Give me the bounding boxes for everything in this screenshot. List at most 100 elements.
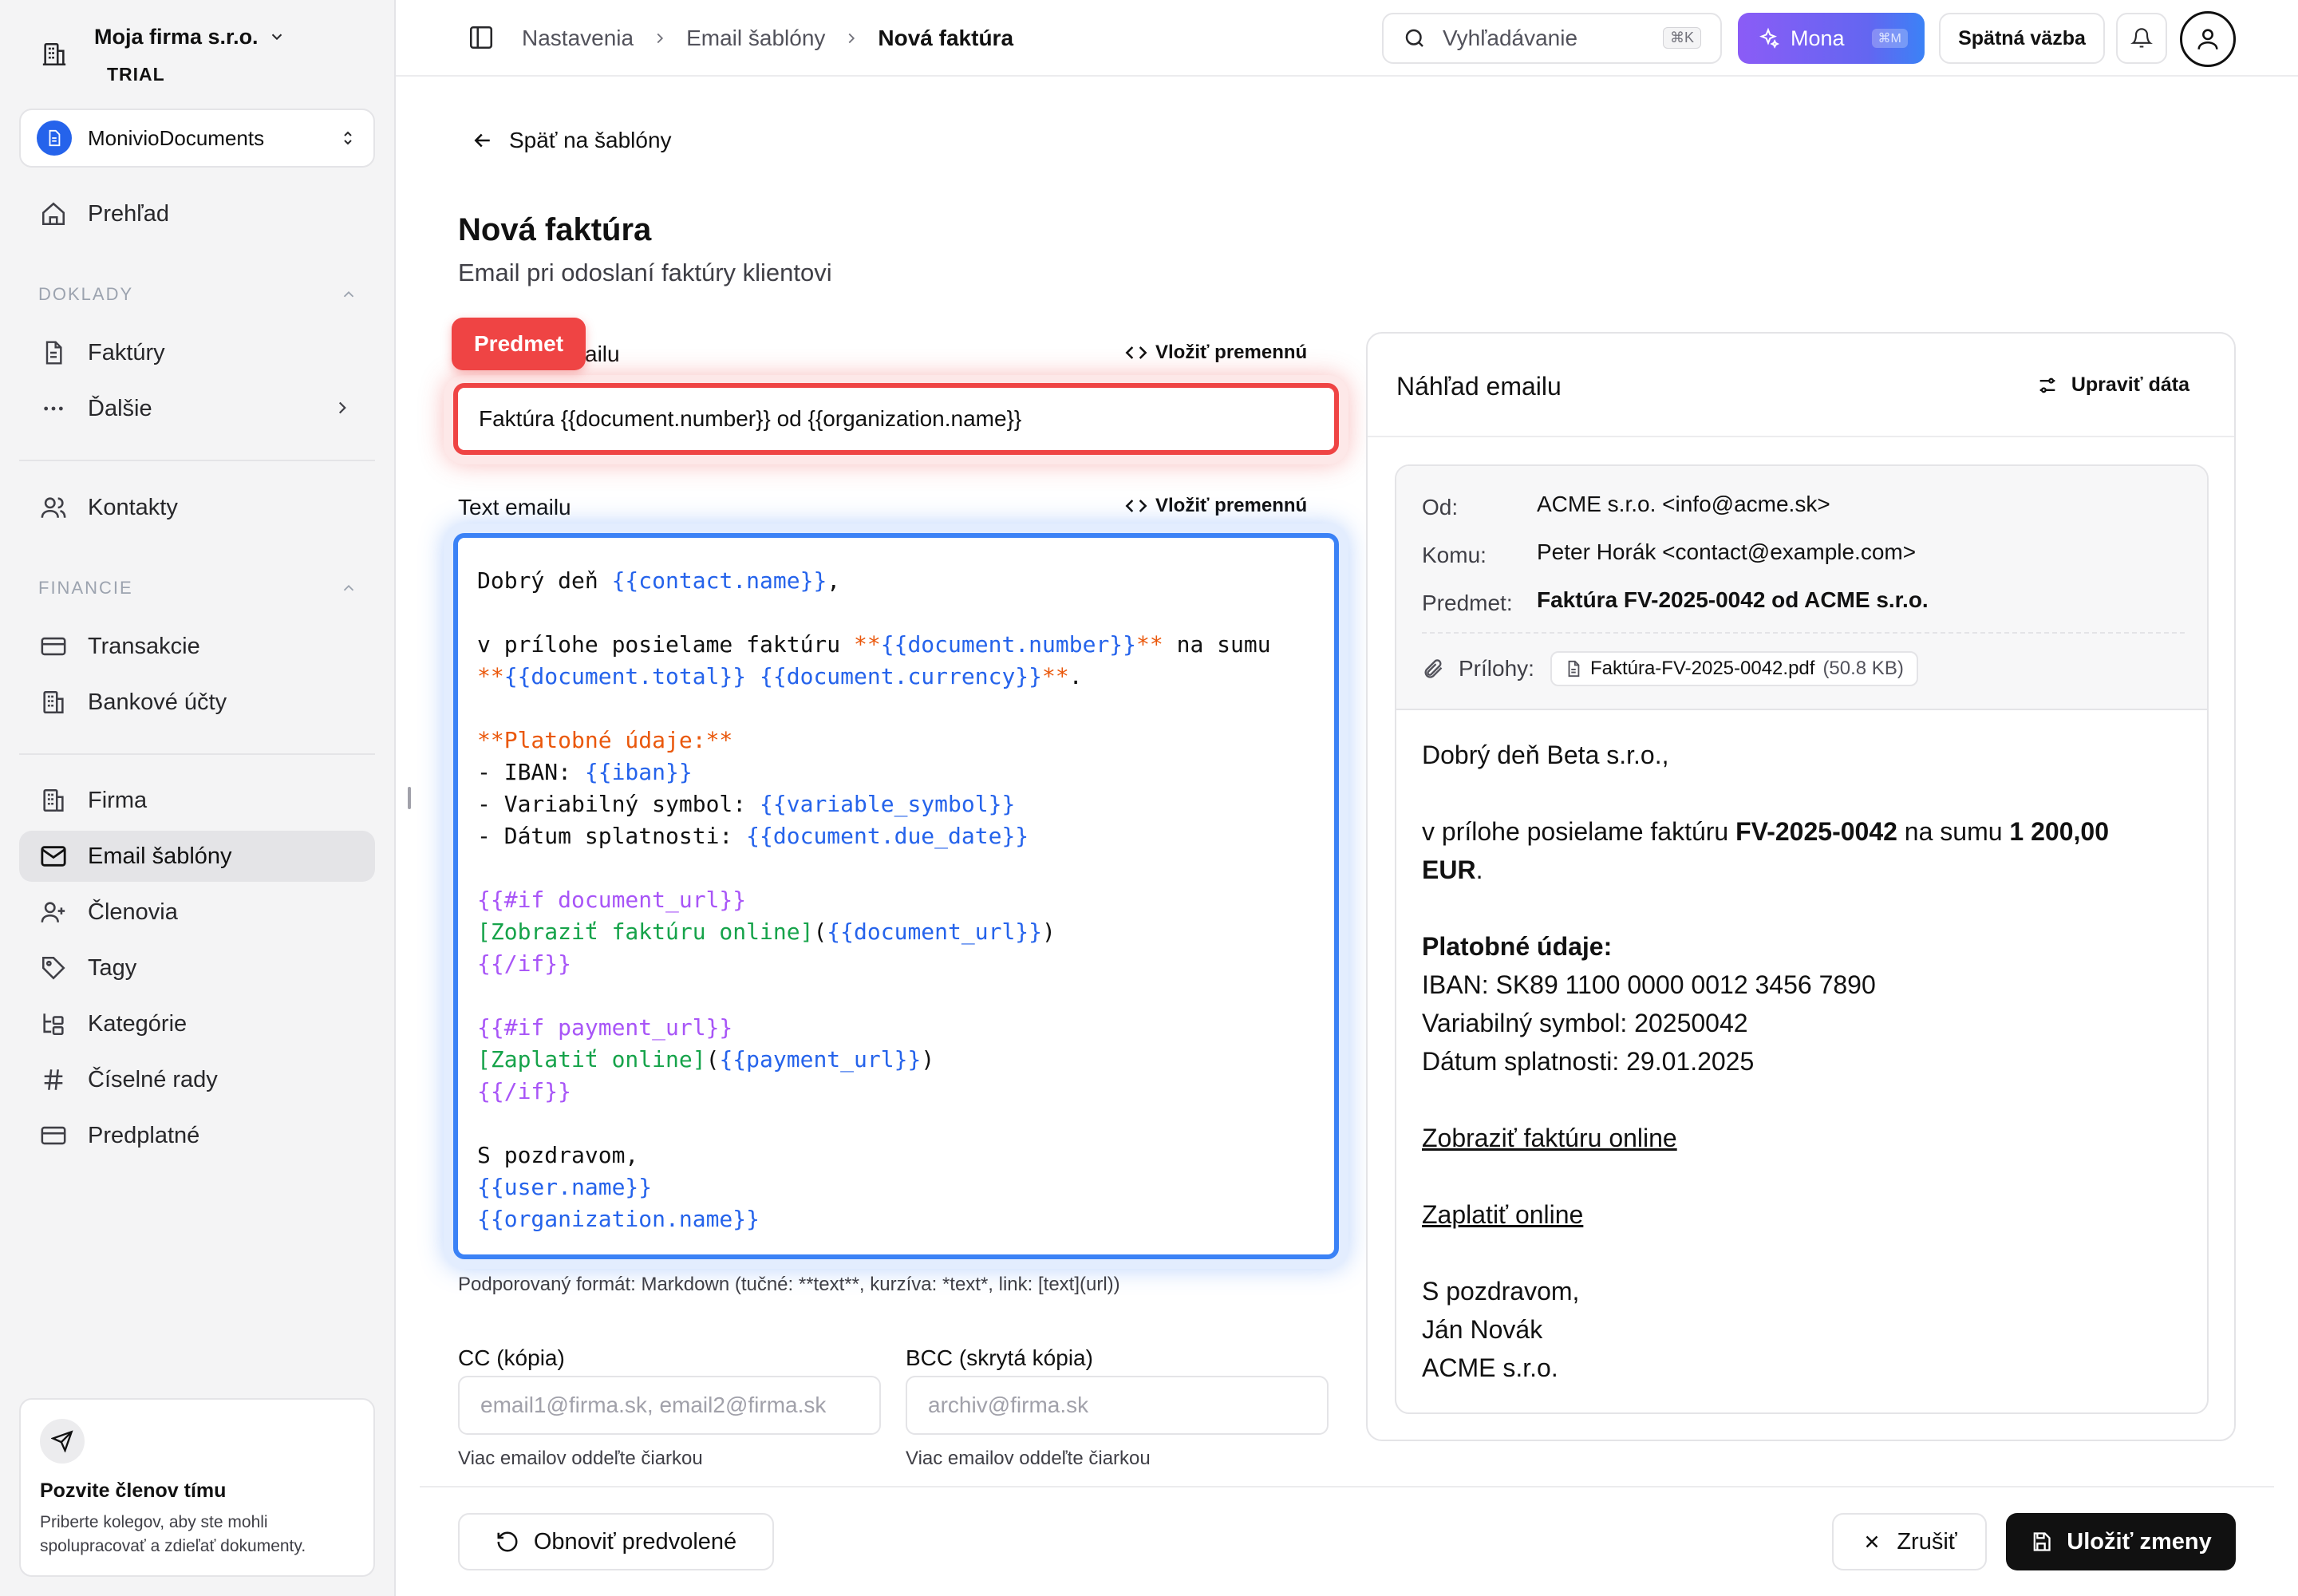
attachment-chip[interactable]: Faktúra-FV-2025-0042.pdf (50.8 KB)	[1550, 651, 1918, 686]
page-subtitle: Email pri odoslaní faktúry klientovi	[458, 259, 832, 286]
email-preview-card: Od: ACME s.r.o. <info@acme.sk> Komu: Pet…	[1395, 464, 2209, 1414]
sidebar-item-email-templates[interactable]: Email šablóny	[19, 831, 375, 882]
body-format-hint: Podporovaný formát: Markdown (tučné: **t…	[458, 1274, 1120, 1295]
invite-card[interactable]: Pozvite členov tímu Priberte kolegov, ab…	[19, 1398, 375, 1577]
insert-variable-label: Vložiť premennú	[1155, 342, 1308, 363]
iban-line: IBAN: SK89 1100 0000 0012 3456 7890	[1422, 970, 1876, 999]
sidebar-item-label: Faktúry	[88, 339, 165, 365]
hash-icon	[38, 1065, 69, 1095]
subject-insert-variable-button[interactable]: Vložiť premennú	[1125, 342, 1307, 364]
mona-assistant-button[interactable]: Mona ⌘M	[1738, 13, 1925, 64]
notifications-button[interactable]	[2116, 13, 2167, 64]
plan-badge: TRIAL	[107, 64, 165, 85]
intro-text: .	[1475, 855, 1483, 884]
users-icon	[38, 492, 69, 523]
subject-input[interactable]: Faktúra {{document.number}} od {{organiz…	[453, 383, 1339, 455]
chevron-up-down-icon	[344, 131, 352, 145]
sidebar-item-number-series[interactable]: Číselné rady	[19, 1054, 375, 1105]
sidebar-resize-handle[interactable]	[408, 787, 411, 809]
invoice-amount: 1 200,00	[2009, 817, 2109, 846]
bcc-input[interactable]: archiv@firma.sk	[906, 1376, 1329, 1435]
back-to-templates-link[interactable]: Späť na šablóny	[471, 128, 672, 153]
meta-attachments: Prílohy: Faktúra-FV-2025-0042.pdf (50.8 …	[1422, 651, 1918, 686]
sidebar-item-contacts[interactable]: Kontakty	[19, 482, 375, 533]
bank-icon	[38, 687, 69, 717]
closing: S pozdravom,	[1422, 1277, 1580, 1306]
user-avatar[interactable]	[2180, 11, 2236, 67]
pay-online-link[interactable]: Zaplatiť online	[1422, 1200, 1583, 1229]
search-input[interactable]: Vyhľadávanie ⌘K	[1382, 13, 1722, 64]
view-invoice-link[interactable]: Zobraziť faktúru online	[1422, 1124, 1677, 1152]
sidebar-item-label: Členovia	[88, 899, 178, 925]
meta-value: ACME s.r.o. <info@acme.sk>	[1537, 492, 1830, 516]
chevron-right-icon	[338, 401, 346, 414]
bell-icon	[2130, 28, 2153, 48]
reset-label: Obnoviť predvolené	[533, 1528, 737, 1555]
chevron-down-icon	[271, 34, 282, 41]
sliders-icon	[2039, 377, 2055, 393]
variable-symbol-line: Variabilný symbol: 20250042	[1422, 1009, 1748, 1037]
meta-value: Peter Horák <contact@example.com>	[1537, 539, 1917, 564]
top-bar: Nastavenia Email šablóny Nová faktúra Vy…	[396, 0, 2298, 77]
breadcrumb: Nastavenia Email šablóny Nová faktúra	[522, 21, 1013, 56]
feedback-button[interactable]: Spätná väzba	[1939, 13, 2105, 64]
file-text-icon	[38, 338, 69, 368]
invite-text: Priberte kolegov, aby ste mohli spolupra…	[40, 1511, 354, 1558]
folder-tree-icon	[38, 1009, 69, 1039]
intro-text: v prílohe posielame faktúru	[1422, 817, 1736, 846]
sidebar-item-company[interactable]: Firma	[19, 775, 375, 826]
user-plus-icon	[38, 897, 69, 927]
meta-label: Prílohy:	[1459, 656, 1534, 681]
section-finance[interactable]: FINANCIE	[38, 578, 357, 598]
mail-icon	[38, 841, 69, 871]
body-textarea[interactable]: Dobrý deň {{contact.name}}, v prílohe po…	[453, 533, 1339, 1259]
more-horizontal-icon	[38, 393, 69, 424]
search-shortcut: ⌘K	[1662, 27, 1701, 49]
sidebar-item-tags[interactable]: Tagy	[19, 942, 375, 994]
sidebar-item-categories[interactable]: Kategórie	[19, 998, 375, 1049]
sidebar-item-label: Bankové účty	[88, 689, 227, 715]
sidebar-item-label: Prehľad	[88, 200, 169, 227]
meta-subject: Predmet: Faktúra FV-2025-0042 od ACME s.…	[1422, 587, 1929, 616]
edit-data-button[interactable]: Upraviť dáta	[2036, 373, 2189, 397]
org-name: Moja firma s.r.o.	[94, 24, 259, 49]
sidebar-item-members[interactable]: Členovia	[19, 887, 375, 938]
mona-label: Mona	[1791, 26, 1845, 50]
attachment-name: Faktúra-FV-2025-0042.pdf	[1589, 658, 1815, 679]
sidebar-item-transactions[interactable]: Transakcie	[19, 621, 375, 672]
sidebar-item-more[interactable]: Ďalšie	[19, 383, 375, 434]
search-placeholder: Vyhľadávanie	[1443, 26, 1578, 50]
chevron-right-icon	[657, 33, 664, 44]
workspace-switcher[interactable]: MonivioDocuments	[19, 109, 375, 168]
signature-org: ACME s.r.o.	[1422, 1353, 1558, 1382]
credit-card-icon	[38, 631, 69, 662]
breadcrumb-email-templates[interactable]: Email šablóny	[686, 26, 825, 51]
workspace-name: MonivioDocuments	[88, 125, 265, 150]
breadcrumb-settings[interactable]: Nastavenia	[522, 26, 634, 51]
cancel-button[interactable]: Zrušiť	[1832, 1513, 1987, 1570]
sparkles-icon	[1759, 27, 1779, 49]
sidebar-toggle-icon[interactable]	[468, 24, 495, 51]
section-documents[interactable]: DOKLADY	[38, 284, 357, 305]
sidebar-item-overview[interactable]: Prehľad	[19, 188, 375, 239]
cc-input[interactable]: email1@firma.sk, email2@firma.sk	[458, 1376, 881, 1435]
chevron-up-icon	[343, 584, 354, 591]
sidebar-item-invoices[interactable]: Faktúry	[19, 327, 375, 378]
due-date-line: Dátum splatnosti: 29.01.2025	[1422, 1047, 1755, 1076]
sidebar-item-label: Predplatné	[88, 1122, 200, 1148]
invite-text-line: spolupracovať a zdieľať dokumenty.	[40, 1537, 306, 1555]
bcc-hint: Viac emailov oddeľte čiarkou	[906, 1448, 1151, 1469]
save-button[interactable]: Uložiť zmeny	[2006, 1513, 2236, 1570]
sidebar-item-subscription[interactable]: Predplatné	[19, 1110, 375, 1161]
sidebar-item-label: Firma	[88, 787, 148, 813]
sidebar-item-label: Kategórie	[88, 1010, 188, 1037]
reset-defaults-button[interactable]: Obnoviť predvolené	[458, 1513, 774, 1570]
building-icon	[38, 785, 69, 816]
preview-divider	[1368, 436, 2234, 437]
rotate-ccw-icon	[497, 1531, 518, 1552]
body-insert-variable-button[interactable]: Vložiť premennú	[1125, 495, 1307, 517]
close-icon	[1866, 1535, 1878, 1548]
sidebar-item-bank-accounts[interactable]: Bankové účty	[19, 677, 375, 728]
org-switcher[interactable]: Moja firma s.r.o. TRIAL	[32, 21, 367, 94]
search-icon	[1405, 29, 1423, 47]
